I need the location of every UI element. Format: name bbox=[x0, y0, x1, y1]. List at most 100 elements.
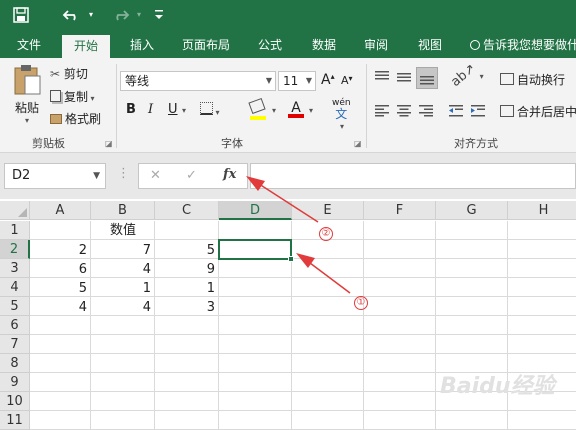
font-launcher-icon[interactable]: ◪ bbox=[354, 139, 362, 148]
enter-icon[interactable]: ✓ bbox=[186, 168, 197, 183]
cell-a2[interactable]: 2 bbox=[30, 241, 91, 260]
row-header-9[interactable]: 9 bbox=[0, 373, 30, 392]
row-header-10[interactable]: 10 bbox=[0, 392, 30, 411]
cell-b1[interactable]: 数值 bbox=[91, 221, 155, 240]
name-box[interactable]: D2 ▼ bbox=[4, 163, 106, 189]
font-color-dropdown-icon[interactable]: ▾ bbox=[309, 106, 313, 115]
align-center-button[interactable] bbox=[396, 103, 412, 120]
copy-icon bbox=[50, 90, 61, 102]
column-header-e[interactable]: E bbox=[292, 201, 364, 220]
select-all-corner[interactable] bbox=[0, 201, 30, 220]
row-header-7[interactable]: 7 bbox=[0, 335, 30, 354]
copy-button[interactable]: 复制 ▾ bbox=[50, 88, 95, 106]
tab-view[interactable]: 视图 bbox=[410, 32, 450, 58]
column-header-d[interactable]: D bbox=[219, 201, 292, 220]
cell-b4[interactable]: 1 bbox=[91, 279, 155, 298]
font-color-button[interactable]: A bbox=[288, 100, 304, 118]
column-header-a[interactable]: A bbox=[30, 201, 91, 220]
tab-file[interactable]: 文件 bbox=[6, 32, 52, 58]
italic-button[interactable]: I bbox=[148, 102, 153, 117]
wrap-text-button[interactable]: 自动换行 bbox=[500, 71, 565, 88]
copy-dropdown-icon: ▾ bbox=[88, 94, 95, 103]
cell-a5[interactable]: 4 bbox=[30, 298, 91, 317]
column-header-h[interactable]: H bbox=[508, 201, 576, 220]
save-icon[interactable] bbox=[10, 4, 32, 26]
borders-icon bbox=[200, 102, 213, 115]
phonetic-dropdown-icon[interactable]: ▾ bbox=[340, 122, 344, 131]
tab-page-layout[interactable]: 页面布局 bbox=[174, 32, 238, 58]
column-header-b[interactable]: B bbox=[91, 201, 155, 220]
bold-button[interactable]: B bbox=[126, 102, 136, 117]
underline-dropdown-icon[interactable]: ▾ bbox=[182, 106, 186, 115]
tab-formulas[interactable]: 公式 bbox=[250, 32, 290, 58]
phonetic-button[interactable]: wén 文 bbox=[332, 98, 351, 120]
column-gridline bbox=[435, 221, 436, 430]
font-name-combo[interactable]: 等线 ▼ bbox=[120, 71, 276, 91]
cell-a4[interactable]: 5 bbox=[30, 279, 91, 298]
align-left-button[interactable] bbox=[374, 103, 390, 120]
formula-bar-splitter[interactable]: ⋮ bbox=[117, 166, 130, 181]
column-header-c[interactable]: C bbox=[155, 201, 219, 220]
tab-home[interactable]: 开始 bbox=[62, 35, 110, 58]
align-right-button[interactable] bbox=[418, 103, 434, 120]
cell-c3[interactable]: 9 bbox=[155, 260, 219, 279]
increase-indent-button[interactable] bbox=[470, 103, 486, 120]
tab-insert[interactable]: 插入 bbox=[120, 32, 164, 58]
cell-b5[interactable]: 4 bbox=[91, 298, 155, 317]
column-header-f[interactable]: F bbox=[364, 201, 436, 220]
row-header-3[interactable]: 3 bbox=[0, 259, 30, 278]
format-painter-button[interactable]: 格式刷 bbox=[50, 110, 101, 128]
clipboard-launcher-icon[interactable]: ◪ bbox=[105, 139, 113, 148]
row-header-11[interactable]: 11 bbox=[0, 411, 30, 430]
cell-c4[interactable]: 1 bbox=[155, 279, 219, 298]
undo-dropdown-icon[interactable]: ▾ bbox=[86, 4, 96, 26]
redo-icon[interactable] bbox=[106, 4, 134, 26]
align-middle-button[interactable] bbox=[396, 70, 412, 87]
customize-icon[interactable] bbox=[152, 4, 166, 26]
cell-b3[interactable]: 4 bbox=[91, 260, 155, 279]
orientation-button[interactable]: ab↗ ▾ bbox=[448, 61, 483, 90]
copy-label: 复制 bbox=[64, 90, 89, 104]
name-box-dropdown-icon[interactable]: ▼ bbox=[93, 164, 100, 188]
tab-review[interactable]: 审阅 bbox=[356, 32, 396, 58]
align-bottom-button[interactable] bbox=[416, 67, 438, 89]
formula-input[interactable] bbox=[250, 163, 576, 189]
insert-function-icon[interactable]: fx bbox=[223, 167, 236, 182]
align-top-button[interactable] bbox=[374, 70, 390, 87]
merge-center-button[interactable]: 合并后居中 bbox=[500, 103, 576, 120]
formula-controls: ✕ ✓ fx bbox=[138, 163, 248, 189]
undo-icon[interactable] bbox=[58, 4, 86, 26]
cancel-icon[interactable]: ✕ bbox=[150, 168, 161, 183]
tell-me-search[interactable]: 告诉我您想要做什 bbox=[466, 32, 576, 58]
redo-dropdown-icon[interactable]: ▾ bbox=[134, 4, 144, 26]
align-center-icon bbox=[397, 105, 411, 117]
cell-b2[interactable]: 7 bbox=[91, 241, 155, 260]
clipboard-group-label: 剪贴板 bbox=[32, 137, 65, 150]
row-header-8[interactable]: 8 bbox=[0, 354, 30, 373]
fill-handle[interactable] bbox=[288, 256, 294, 262]
row-header-5[interactable]: 5 bbox=[0, 297, 30, 316]
row-header-4[interactable]: 4 bbox=[0, 278, 30, 297]
cell-c2[interactable]: 5 bbox=[155, 241, 219, 260]
format-painter-label: 格式刷 bbox=[65, 112, 102, 126]
cell-a3[interactable]: 6 bbox=[30, 260, 91, 279]
decrease-indent-button[interactable] bbox=[448, 103, 464, 120]
row-header-6[interactable]: 6 bbox=[0, 316, 30, 335]
increase-font-size-button[interactable]: A▴ bbox=[321, 72, 335, 88]
font-size-combo[interactable]: 11 ▼ bbox=[278, 71, 316, 91]
fill-color-dropdown-icon[interactable]: ▾ bbox=[272, 106, 276, 115]
column-header-g[interactable]: G bbox=[436, 201, 508, 220]
cut-label: 剪切 bbox=[63, 67, 88, 81]
underline-button[interactable]: U bbox=[168, 102, 178, 117]
paste-button[interactable]: 粘贴 ▾ bbox=[8, 64, 46, 125]
selected-cell-d2[interactable] bbox=[218, 239, 292, 260]
align-bottom-icon bbox=[420, 76, 434, 85]
fill-color-button[interactable] bbox=[248, 97, 266, 120]
decrease-font-size-button[interactable]: A▾ bbox=[341, 74, 353, 87]
cell-c5[interactable]: 3 bbox=[155, 298, 219, 317]
row-header-2[interactable]: 2 bbox=[0, 240, 30, 259]
borders-button[interactable]: ▾ bbox=[200, 102, 220, 118]
row-header-1[interactable]: 1 bbox=[0, 221, 30, 240]
cut-button[interactable]: ✂ 剪切 bbox=[50, 65, 88, 83]
tab-data[interactable]: 数据 bbox=[304, 32, 344, 58]
